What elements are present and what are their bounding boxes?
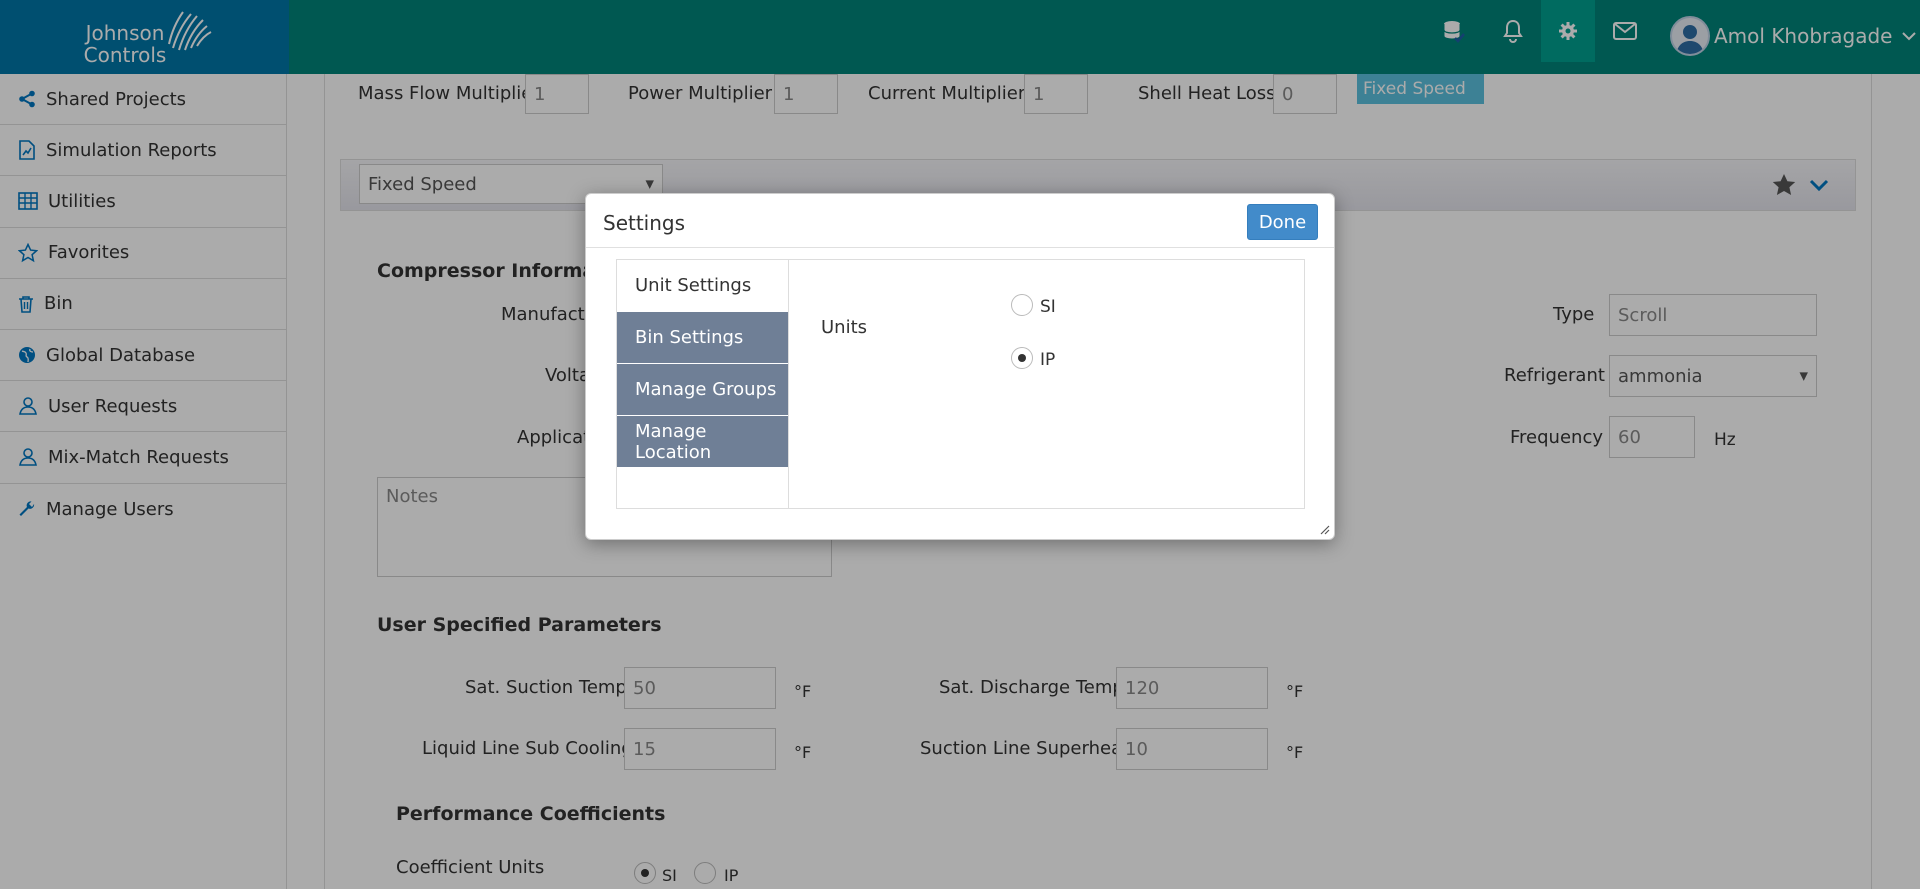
- units-ip-radio[interactable]: [1011, 347, 1033, 369]
- tab-manage-location[interactable]: Manage Location: [617, 416, 788, 468]
- tab-bin-settings[interactable]: Bin Settings: [617, 312, 788, 364]
- settings-dialog: Settings Done Unit Settings Bin Settings…: [585, 193, 1335, 540]
- unit-settings-panel: Units SI IP: [788, 260, 1305, 508]
- units-ip-label: IP: [1040, 350, 1056, 370]
- tab-manage-groups[interactable]: Manage Groups: [617, 364, 788, 416]
- tab-unit-settings[interactable]: Unit Settings: [617, 260, 788, 312]
- resize-handle-icon[interactable]: [1320, 525, 1330, 535]
- units-si-label: SI: [1040, 297, 1056, 317]
- dialog-divider: [586, 247, 1334, 248]
- units-si-radio[interactable]: [1011, 294, 1033, 316]
- units-label: Units: [821, 317, 868, 338]
- settings-tabs: Unit Settings Bin Settings Manage Groups…: [616, 259, 1305, 509]
- dialog-title: Settings: [603, 211, 686, 235]
- done-button[interactable]: Done: [1247, 204, 1318, 240]
